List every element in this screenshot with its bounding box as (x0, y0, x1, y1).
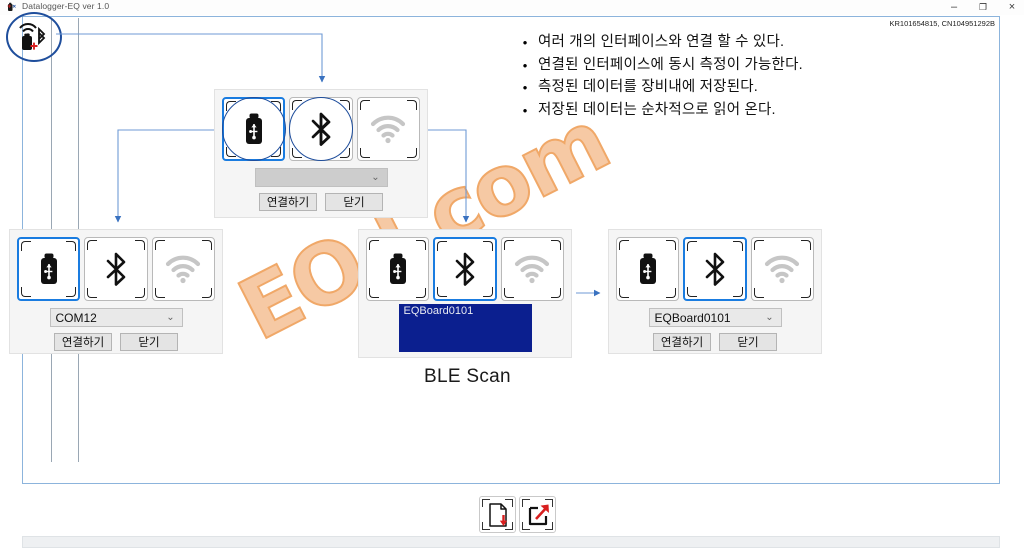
list-item: • 측정된 데이터를 장비내에 저장된다. (512, 78, 942, 97)
export-data-button[interactable] (519, 496, 556, 533)
connection-dialog-ble-scan: EQBoard0101 (358, 229, 572, 358)
interface-option-bluetooth[interactable] (84, 237, 148, 301)
port-select[interactable]: ⌄ (254, 168, 388, 187)
bluetooth-icon (455, 252, 475, 286)
interface-option-usb[interactable] (616, 237, 680, 301)
application-window: Datalogger-EQ ver 1.0 – ❐ × KR101654815,… (0, 0, 1024, 551)
interface-option-usb[interactable] (17, 237, 81, 301)
close-dialog-button[interactable]: 닫기 (325, 193, 383, 211)
wifi-icon (515, 255, 550, 284)
bullet-marker: • (522, 35, 528, 50)
interface-option-wifi[interactable] (500, 237, 564, 301)
highlight-circle (6, 12, 62, 62)
usb-icon (389, 253, 406, 284)
list-item: • 여러 개의 인터페이스와 연결 할 수 있다. (512, 33, 942, 52)
bluetooth-icon (106, 252, 126, 286)
list-item[interactable]: EQBoard0101 (400, 305, 531, 317)
connection-dialog-top: ⌄ 연결하기 닫기 (214, 89, 428, 218)
interface-selector (366, 237, 564, 301)
interface-selector (17, 237, 215, 301)
wifi-icon (765, 255, 800, 284)
bullet-text: 측정된 데이터를 장비내에 저장된다. (538, 79, 759, 95)
chevron-down-icon: ⌄ (371, 172, 380, 183)
interface-option-wifi[interactable] (356, 97, 420, 161)
datalogger-combined-icon (6, 12, 62, 62)
interface-option-bluetooth[interactable] (433, 237, 497, 301)
usb-icon (40, 253, 57, 284)
interface-option-wifi[interactable] (151, 237, 215, 301)
interface-option-bluetooth[interactable] (683, 237, 747, 301)
bluetooth-icon (311, 112, 331, 146)
close-button[interactable]: × (1006, 2, 1018, 13)
list-item: • 연결된 인터페이스에 동시 측정이 가능한다. (512, 56, 942, 75)
bullet-marker: • (522, 102, 528, 118)
bullet-text: 저장된 데이터는 순차적으로 읽어 온다. (538, 101, 776, 118)
ble-device-list[interactable]: EQBoard0101 (398, 304, 532, 352)
dialog-buttons: 연결하기 닫기 (616, 333, 814, 351)
bullet-marker: • (522, 57, 528, 73)
maximize-button[interactable]: ❐ (977, 3, 989, 12)
dialog-buttons: 연결하기 닫기 (222, 193, 420, 211)
connection-dialog-ble-selected: EQBoard0101 ⌄ 연결하기 닫기 (608, 229, 822, 354)
chevron-down-icon: ⌄ (765, 312, 774, 323)
interface-option-usb[interactable] (366, 237, 430, 301)
import-data-button[interactable] (479, 496, 516, 533)
usb-icon (639, 253, 656, 284)
close-dialog-button[interactable]: 닫기 (719, 333, 777, 351)
interface-option-wifi[interactable] (750, 237, 814, 301)
interface-option-bluetooth[interactable] (289, 97, 353, 161)
bullet-marker: • (522, 80, 528, 95)
feature-bullet-list: • 여러 개의 인터페이스와 연결 할 수 있다. • 연결된 인터페이스에 동… (512, 33, 942, 123)
chevron-down-icon: ⌄ (166, 312, 175, 323)
interface-selector (221, 97, 420, 161)
list-item: • 저장된 데이터는 순차적으로 읽어 온다. (512, 101, 942, 120)
bullet-text: 여러 개의 인터페이스와 연결 할 수 있다. (538, 34, 785, 50)
connect-button[interactable]: 연결하기 (54, 333, 112, 351)
status-bar (22, 536, 1000, 548)
connection-dialog-serial: COM12 ⌄ 연결하기 닫기 (9, 229, 223, 354)
minimize-button[interactable]: – (948, 2, 960, 13)
close-dialog-button[interactable]: 닫기 (120, 333, 178, 351)
ble-scan-caption: BLE Scan (424, 366, 511, 387)
wifi-icon (371, 115, 406, 144)
device-select[interactable]: EQBoard0101 ⌄ (648, 308, 782, 327)
port-select[interactable]: COM12 ⌄ (49, 308, 183, 327)
connect-button[interactable]: 연결하기 (259, 193, 317, 211)
usb-icon (245, 113, 262, 144)
interface-selector (616, 237, 814, 301)
title-bar: Datalogger-EQ ver 1.0 – ❐ × (0, 0, 1024, 15)
serial-number-label: KR101654815, CN104951292B (889, 19, 995, 28)
dialog-buttons: 연결하기 닫기 (17, 333, 215, 351)
device-select-value: EQBoard0101 (654, 310, 731, 325)
port-select-value: COM12 (55, 310, 97, 325)
app-icon (7, 2, 16, 11)
bullet-text: 연결된 인터페이스에 동시 측정이 가능한다. (538, 56, 803, 73)
bluetooth-icon (705, 252, 725, 286)
bottom-toolbar (479, 496, 556, 533)
window-controls: – ❐ × (948, 0, 1018, 15)
connect-button[interactable]: 연결하기 (653, 333, 711, 351)
wifi-icon (166, 255, 201, 284)
interface-option-usb[interactable] (221, 97, 286, 161)
window-title: Datalogger-EQ ver 1.0 (22, 1, 110, 11)
